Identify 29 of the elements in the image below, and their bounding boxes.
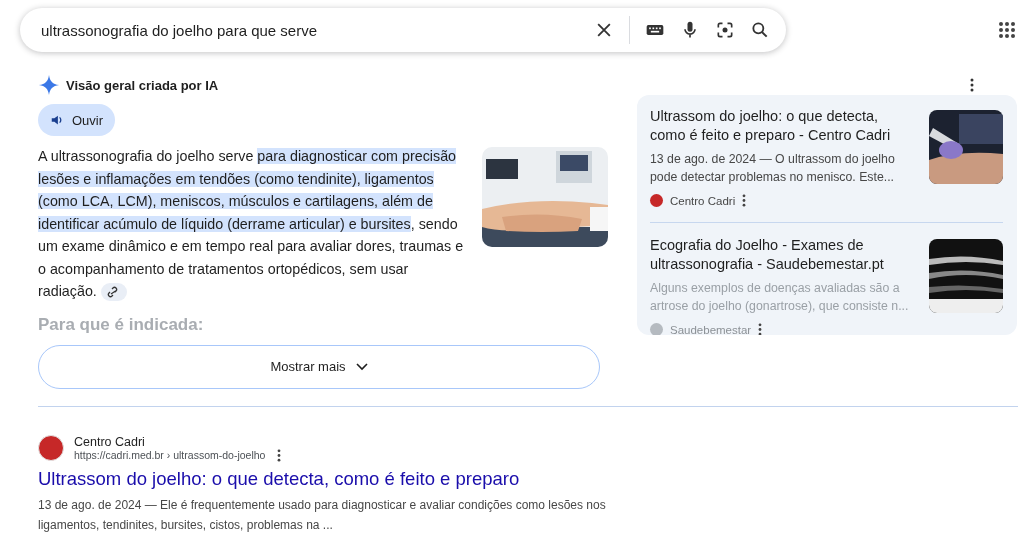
result-title[interactable]: Ultrassom do joelho: o que detecta, como é feito e preparo	[38, 467, 1024, 490]
overview-title: Visão geral criada por IA	[66, 77, 220, 93]
more-options-icon[interactable]	[277, 448, 282, 462]
site-favicon	[650, 323, 663, 335]
show-more-button[interactable]: Mostrar mais	[38, 344, 600, 389]
section-heading: Para que é indicada:	[38, 314, 205, 335]
site-name: Centro Cadri	[670, 194, 736, 207]
site-favicon	[650, 194, 663, 207]
apps-grid-icon[interactable]	[998, 21, 1016, 39]
more-options-icon[interactable]	[742, 194, 747, 207]
search-field[interactable]: ultrassonografia do joelho para que serve	[39, 20, 579, 40]
speaker-icon	[50, 113, 64, 127]
link-icon[interactable]	[100, 283, 127, 302]
site-name: Centro Cadri	[74, 434, 146, 449]
result-url: https://cadri.med.br › ultrassom-do-joelho	[74, 449, 266, 461]
site-name: Saudebemestar	[670, 323, 752, 335]
sparkle-icon	[38, 74, 60, 96]
listen-button[interactable]: Ouvir	[38, 104, 116, 136]
source-snippet: 13 de ago. de 2024 — O ultrassom do joelho pode detectar problemas no menisco. Este...	[650, 151, 896, 186]
source-title[interactable]: Ultrassom do joelho: o que detecta, como é feito e preparo - Centro Cadri	[650, 107, 917, 145]
chevron-down-icon	[355, 362, 368, 371]
source-title[interactable]: Ecografia do Joelho - Exames de ultrassonografia - Saudebemestar.pt	[650, 236, 917, 274]
source-snippet: Alguns exemplos de doenças avaliadas são a artrose do joelho (gonartrose), que consiste n...	[650, 280, 910, 315]
search-icon[interactable]	[750, 20, 770, 40]
more-options-icon[interactable]	[758, 323, 763, 335]
result-snippet: 13 de ago. de 2024 — Ele é frequentemente usado para diagnosticar e avaliar condições como lesões nos ligamentos, tendinites, bursites, cistos, problemas na ...	[38, 496, 607, 534]
site-favicon	[38, 435, 64, 461]
more-options-icon[interactable]	[970, 78, 974, 92]
camera-icon[interactable]	[715, 20, 735, 40]
